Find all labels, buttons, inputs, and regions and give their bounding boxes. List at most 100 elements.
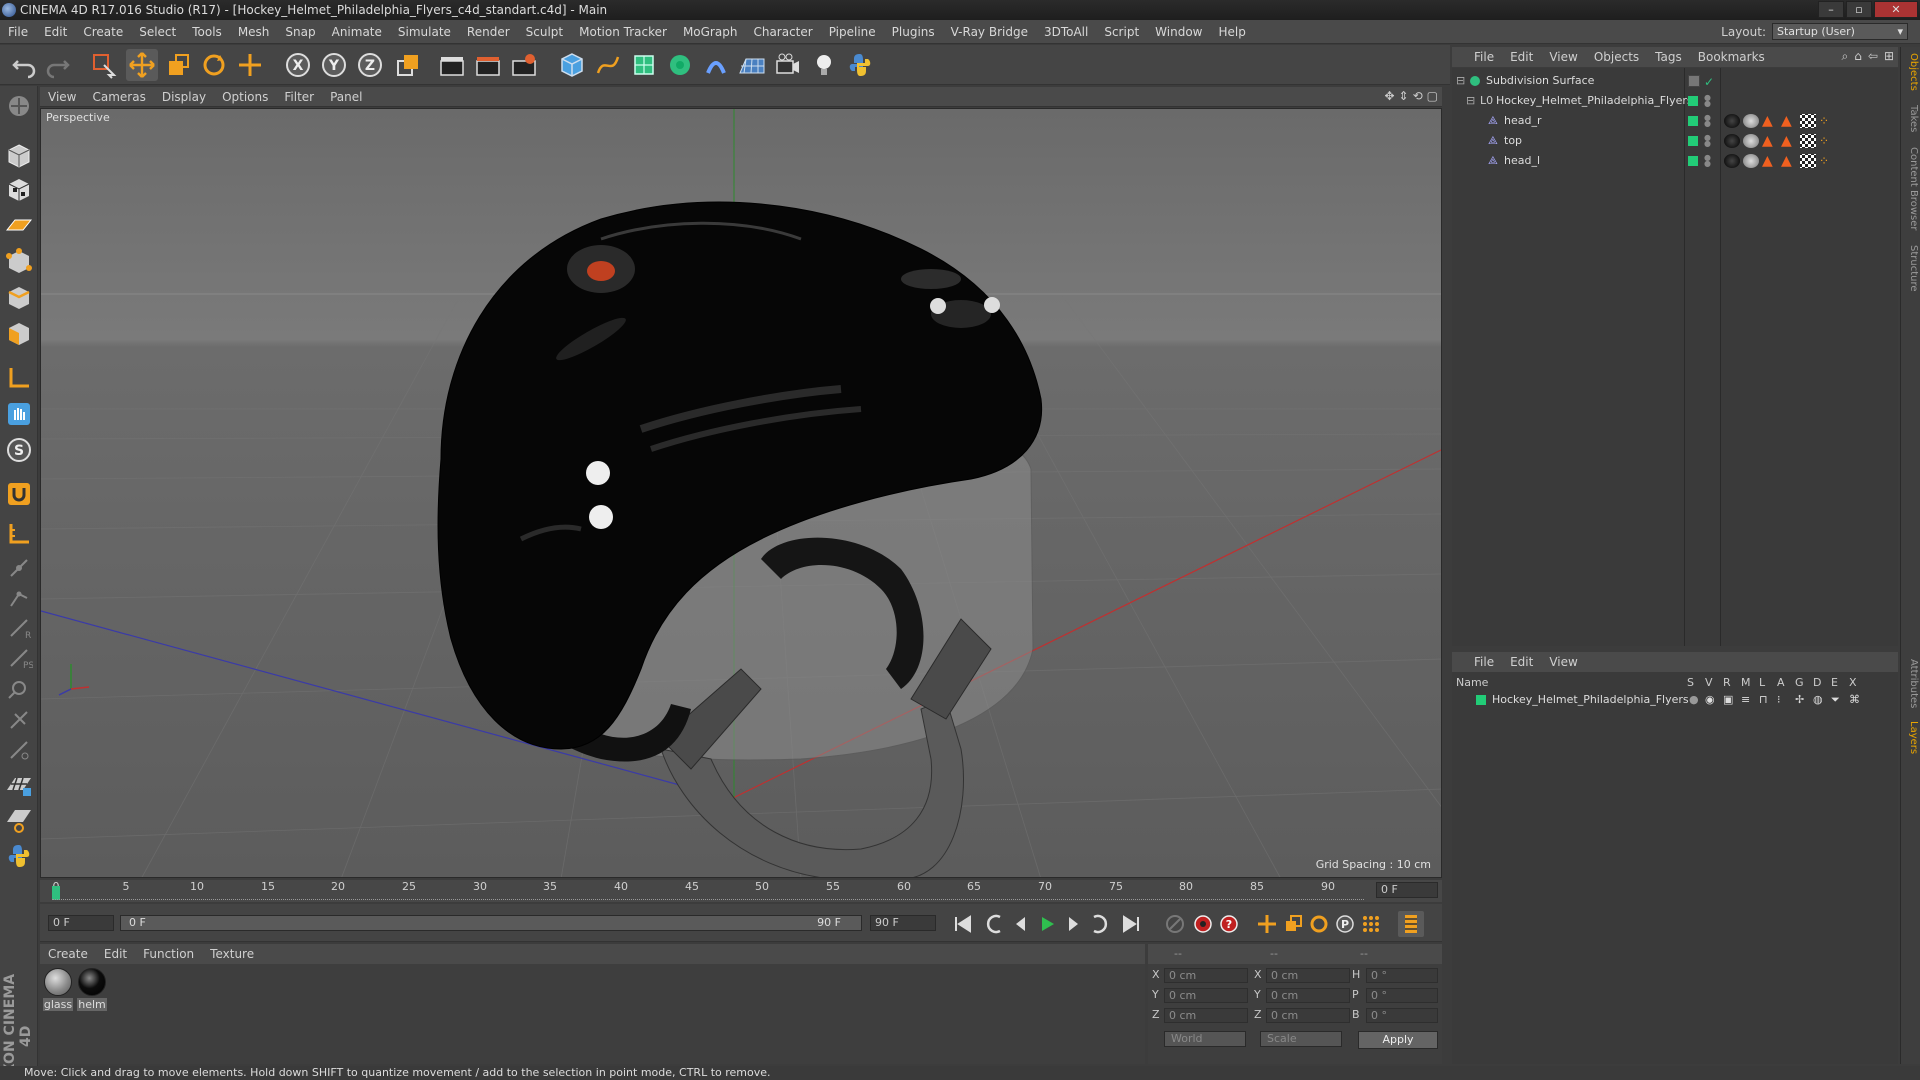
layer-col-solo[interactable]: S <box>1687 676 1694 689</box>
tab-layers[interactable]: Layers <box>1903 721 1919 754</box>
layer-animation-icon[interactable]: ⁝ <box>1777 692 1781 708</box>
uvw-tag-icon[interactable] <box>1800 114 1816 128</box>
add-light-button[interactable] <box>808 49 840 81</box>
model-mode-button[interactable] <box>3 140 35 172</box>
move-tool-button[interactable] <box>126 49 158 81</box>
rig-tool-button[interactable]: R <box>3 612 35 644</box>
menu-plugins[interactable]: Plugins <box>884 20 943 44</box>
ik-chain-button[interactable] <box>3 582 35 614</box>
menu-3dtoall[interactable]: 3DToAll <box>1036 20 1096 44</box>
menu-file[interactable]: File <box>0 20 36 44</box>
add-deformer-button[interactable] <box>700 49 732 81</box>
maximize-button[interactable]: ▫ <box>1846 1 1872 18</box>
viewport-menu-panel[interactable]: Panel <box>322 90 370 104</box>
om-menu-bookmarks[interactable]: Bookmarks <box>1690 50 1773 64</box>
add-camera-button[interactable] <box>772 49 804 81</box>
material-item-helm[interactable]: helm <box>77 968 107 1011</box>
workplane-mode-button[interactable] <box>3 208 35 240</box>
axis-mode-button[interactable] <box>3 362 35 394</box>
python-script-button[interactable] <box>3 840 35 872</box>
size-z-field[interactable]: 0 cm <box>1266 1008 1350 1023</box>
z-axis-button[interactable]: Z <box>354 49 386 81</box>
coordinate-type-select[interactable]: Scale <box>1260 1031 1342 1047</box>
menu-edit[interactable]: Edit <box>36 20 75 44</box>
add-floor-button[interactable] <box>736 49 768 81</box>
menu-mograph[interactable]: MoGraph <box>675 20 746 44</box>
go-to-end-button[interactable] <box>1118 911 1144 937</box>
texture-mode-button[interactable] <box>3 174 35 206</box>
layer-color-swatch[interactable] <box>1688 156 1698 166</box>
add-cube-button[interactable] <box>556 49 588 81</box>
next-key-button[interactable] <box>1086 911 1112 937</box>
menu-character[interactable]: Character <box>745 20 820 44</box>
material-menu-function[interactable]: Function <box>135 947 202 961</box>
viewport-move-icon[interactable]: ✥ <box>1384 89 1394 103</box>
3d-viewport[interactable]: Perspective Grid Spacing : 10 cm <box>40 108 1442 878</box>
om-menu-tags[interactable]: Tags <box>1647 50 1690 64</box>
skin-tool-button[interactable] <box>3 734 35 766</box>
joint-tool-button[interactable] <box>3 552 35 584</box>
keyframe-selection-button[interactable]: ? <box>1216 911 1242 937</box>
quantize-button[interactable] <box>3 518 35 550</box>
coordinate-system-button[interactable] <box>392 49 424 81</box>
tab-takes[interactable]: Takes <box>1903 105 1919 132</box>
om-back-icon[interactable]: ⇦ <box>1868 49 1878 64</box>
key-parameter-button[interactable]: P <box>1332 911 1358 937</box>
layer-col-name[interactable]: Name <box>1456 676 1488 689</box>
layout-select[interactable]: Startup (User) <box>1772 23 1908 40</box>
material-tag-icon[interactable] <box>1724 154 1740 168</box>
enable-snap-button[interactable] <box>3 478 35 510</box>
uvw-tag-icon[interactable] <box>1800 134 1816 148</box>
viewport-menu-cameras[interactable]: Cameras <box>84 90 153 104</box>
minimize-button[interactable]: – <box>1818 1 1844 18</box>
make-editable-button[interactable] <box>3 90 35 122</box>
menu-tools[interactable]: Tools <box>184 20 230 44</box>
viewport-zoom-icon[interactable]: ⇕ <box>1399 89 1409 103</box>
layer-color-swatch[interactable] <box>1688 116 1698 126</box>
phong-tag-icon[interactable]: ▲ <box>1762 154 1778 168</box>
go-to-start-button[interactable] <box>950 911 976 937</box>
phong-tag-icon[interactable]: ▲ <box>1762 134 1778 148</box>
menu-motion-tracker[interactable]: Motion Tracker <box>571 20 675 44</box>
live-selection-button[interactable] <box>88 49 120 81</box>
current-frame-field[interactable]: 0 F <box>1376 882 1438 898</box>
tweak-mode-button[interactable] <box>3 398 35 430</box>
size-y-field[interactable]: 0 cm <box>1266 988 1350 1003</box>
layer-col-expressions[interactable]: E <box>1831 676 1838 689</box>
bind-tool-button[interactable] <box>3 704 35 736</box>
layer-col-xref[interactable]: X <box>1849 676 1857 689</box>
om-new-window-icon[interactable]: ⊞ <box>1884 49 1894 64</box>
selection-tag-icon[interactable]: ⁘ <box>1819 134 1835 148</box>
layer-deformers-icon[interactable]: ◍ <box>1813 692 1823 708</box>
next-frame-button[interactable] <box>1060 911 1086 937</box>
end-frame-field[interactable]: 90 F <box>870 915 936 931</box>
object-row-top[interactable]: ⟁ top ● ● ▲ ▲ ⁘ <box>1452 132 1898 150</box>
menu-simulate[interactable]: Simulate <box>390 20 459 44</box>
phong-tag-icon[interactable]: ▲ <box>1781 134 1797 148</box>
layer-col-deformers[interactable]: D <box>1813 676 1821 689</box>
material-tag-icon[interactable] <box>1724 114 1740 128</box>
layer-solo-icon[interactable]: ● <box>1689 692 1699 708</box>
add-spline-button[interactable] <box>592 49 624 81</box>
material-menu-create[interactable]: Create <box>40 947 96 961</box>
size-x-field[interactable]: 0 cm <box>1266 968 1350 983</box>
visibility-dots[interactable]: ● ● <box>1704 154 1711 168</box>
collapse-icon[interactable]: ⊟ <box>1456 72 1465 90</box>
rotation-p-field[interactable]: 0 ° <box>1366 988 1438 1003</box>
close-button[interactable]: ✕ <box>1874 1 1918 18</box>
layer-render-icon[interactable]: ▣ <box>1723 692 1733 708</box>
x-axis-button[interactable]: X <box>282 49 314 81</box>
add-subdivision-button[interactable] <box>628 49 660 81</box>
object-row-hockey-helmet[interactable]: ⊟ L0 Hockey_Helmet_Philadelphia_Flyers ●… <box>1452 92 1898 110</box>
frame-range-slider[interactable]: 0 F 90 F <box>120 915 862 931</box>
position-x-field[interactable]: 0 cm <box>1164 968 1248 983</box>
rotation-b-field[interactable]: 0 ° <box>1366 1008 1438 1023</box>
coordinate-mode-select[interactable]: World <box>1164 1031 1246 1047</box>
layer-col-animation[interactable]: A <box>1777 676 1785 689</box>
menu-vray-bridge[interactable]: V-Ray Bridge <box>943 20 1036 44</box>
menu-snap[interactable]: Snap <box>277 20 323 44</box>
material-tag-icon[interactable] <box>1743 134 1759 148</box>
om-search-icon[interactable]: ⌕ <box>1842 49 1849 64</box>
layout-rotate-button[interactable] <box>3 804 35 836</box>
solo-mode-button[interactable]: S <box>3 434 35 466</box>
